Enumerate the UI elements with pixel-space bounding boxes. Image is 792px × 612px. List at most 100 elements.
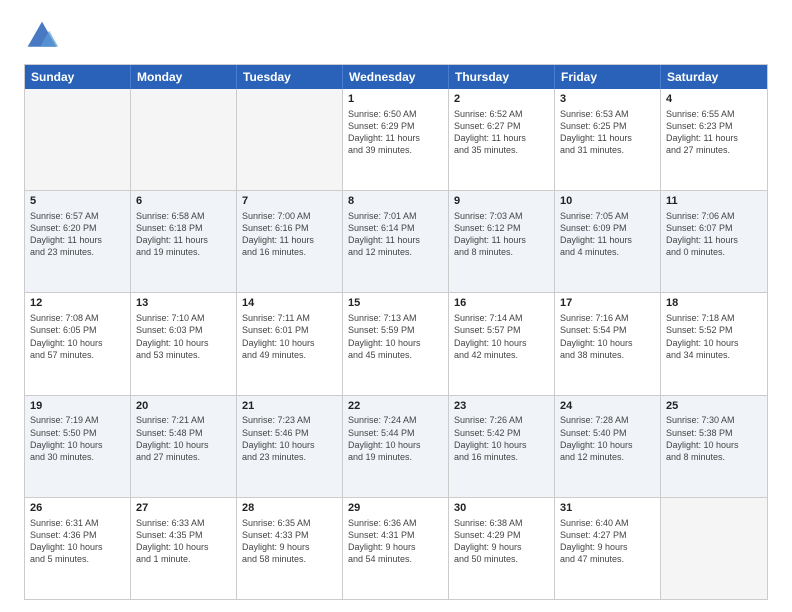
- day-number: 1: [348, 92, 443, 107]
- calendar-row-2: 12Sunrise: 7:08 AM Sunset: 6:05 PM Dayli…: [25, 292, 767, 394]
- day-number: 19: [30, 399, 125, 414]
- day-info: Sunrise: 7:13 AM Sunset: 5:59 PM Dayligh…: [348, 312, 443, 361]
- day-info: Sunrise: 7:23 AM Sunset: 5:46 PM Dayligh…: [242, 414, 337, 463]
- calendar-cell-3-6: 25Sunrise: 7:30 AM Sunset: 5:38 PM Dayli…: [661, 396, 767, 497]
- calendar-cell-4-1: 27Sunrise: 6:33 AM Sunset: 4:35 PM Dayli…: [131, 498, 237, 599]
- calendar-cell-0-1: [131, 89, 237, 190]
- calendar-cell-4-2: 28Sunrise: 6:35 AM Sunset: 4:33 PM Dayli…: [237, 498, 343, 599]
- calendar-cell-3-3: 22Sunrise: 7:24 AM Sunset: 5:44 PM Dayli…: [343, 396, 449, 497]
- day-number: 8: [348, 194, 443, 209]
- header-day-monday: Monday: [131, 65, 237, 89]
- calendar-row-1: 5Sunrise: 6:57 AM Sunset: 6:20 PM Daylig…: [25, 190, 767, 292]
- day-info: Sunrise: 7:28 AM Sunset: 5:40 PM Dayligh…: [560, 414, 655, 463]
- calendar-cell-3-4: 23Sunrise: 7:26 AM Sunset: 5:42 PM Dayli…: [449, 396, 555, 497]
- day-number: 31: [560, 501, 655, 516]
- calendar-row-0: 1Sunrise: 6:50 AM Sunset: 6:29 PM Daylig…: [25, 89, 767, 190]
- day-info: Sunrise: 7:24 AM Sunset: 5:44 PM Dayligh…: [348, 414, 443, 463]
- day-number: 6: [136, 194, 231, 209]
- header-day-tuesday: Tuesday: [237, 65, 343, 89]
- page: SundayMondayTuesdayWednesdayThursdayFrid…: [0, 0, 792, 612]
- calendar-cell-1-1: 6Sunrise: 6:58 AM Sunset: 6:18 PM Daylig…: [131, 191, 237, 292]
- calendar-cell-3-1: 20Sunrise: 7:21 AM Sunset: 5:48 PM Dayli…: [131, 396, 237, 497]
- calendar-cell-3-2: 21Sunrise: 7:23 AM Sunset: 5:46 PM Dayli…: [237, 396, 343, 497]
- day-info: Sunrise: 7:06 AM Sunset: 6:07 PM Dayligh…: [666, 210, 762, 259]
- day-number: 18: [666, 296, 762, 311]
- calendar-cell-0-6: 4Sunrise: 6:55 AM Sunset: 6:23 PM Daylig…: [661, 89, 767, 190]
- day-info: Sunrise: 7:19 AM Sunset: 5:50 PM Dayligh…: [30, 414, 125, 463]
- day-number: 5: [30, 194, 125, 209]
- day-number: 11: [666, 194, 762, 209]
- day-number: 7: [242, 194, 337, 209]
- calendar-cell-1-2: 7Sunrise: 7:00 AM Sunset: 6:16 PM Daylig…: [237, 191, 343, 292]
- calendar-body: 1Sunrise: 6:50 AM Sunset: 6:29 PM Daylig…: [25, 89, 767, 599]
- day-number: 16: [454, 296, 549, 311]
- header-day-thursday: Thursday: [449, 65, 555, 89]
- calendar-cell-2-2: 14Sunrise: 7:11 AM Sunset: 6:01 PM Dayli…: [237, 293, 343, 394]
- day-number: 20: [136, 399, 231, 414]
- day-info: Sunrise: 7:30 AM Sunset: 5:38 PM Dayligh…: [666, 414, 762, 463]
- day-number: 4: [666, 92, 762, 107]
- day-info: Sunrise: 7:03 AM Sunset: 6:12 PM Dayligh…: [454, 210, 549, 259]
- calendar-cell-0-3: 1Sunrise: 6:50 AM Sunset: 6:29 PM Daylig…: [343, 89, 449, 190]
- day-info: Sunrise: 7:18 AM Sunset: 5:52 PM Dayligh…: [666, 312, 762, 361]
- day-number: 29: [348, 501, 443, 516]
- day-info: Sunrise: 7:21 AM Sunset: 5:48 PM Dayligh…: [136, 414, 231, 463]
- day-number: 10: [560, 194, 655, 209]
- calendar-cell-2-5: 17Sunrise: 7:16 AM Sunset: 5:54 PM Dayli…: [555, 293, 661, 394]
- header: [24, 18, 768, 54]
- calendar-cell-2-1: 13Sunrise: 7:10 AM Sunset: 6:03 PM Dayli…: [131, 293, 237, 394]
- day-info: Sunrise: 7:16 AM Sunset: 5:54 PM Dayligh…: [560, 312, 655, 361]
- day-info: Sunrise: 7:26 AM Sunset: 5:42 PM Dayligh…: [454, 414, 549, 463]
- calendar-cell-4-4: 30Sunrise: 6:38 AM Sunset: 4:29 PM Dayli…: [449, 498, 555, 599]
- day-info: Sunrise: 6:31 AM Sunset: 4:36 PM Dayligh…: [30, 517, 125, 566]
- day-number: 26: [30, 501, 125, 516]
- calendar-row-3: 19Sunrise: 7:19 AM Sunset: 5:50 PM Dayli…: [25, 395, 767, 497]
- day-info: Sunrise: 6:36 AM Sunset: 4:31 PM Dayligh…: [348, 517, 443, 566]
- day-number: 12: [30, 296, 125, 311]
- day-info: Sunrise: 6:35 AM Sunset: 4:33 PM Dayligh…: [242, 517, 337, 566]
- day-number: 9: [454, 194, 549, 209]
- day-number: 13: [136, 296, 231, 311]
- day-info: Sunrise: 7:11 AM Sunset: 6:01 PM Dayligh…: [242, 312, 337, 361]
- calendar-header: SundayMondayTuesdayWednesdayThursdayFrid…: [25, 65, 767, 89]
- logo-icon: [24, 18, 60, 54]
- calendar-cell-2-3: 15Sunrise: 7:13 AM Sunset: 5:59 PM Dayli…: [343, 293, 449, 394]
- calendar-cell-1-4: 9Sunrise: 7:03 AM Sunset: 6:12 PM Daylig…: [449, 191, 555, 292]
- day-number: 24: [560, 399, 655, 414]
- calendar-cell-4-0: 26Sunrise: 6:31 AM Sunset: 4:36 PM Dayli…: [25, 498, 131, 599]
- day-info: Sunrise: 7:05 AM Sunset: 6:09 PM Dayligh…: [560, 210, 655, 259]
- day-number: 15: [348, 296, 443, 311]
- day-number: 14: [242, 296, 337, 311]
- calendar-cell-2-4: 16Sunrise: 7:14 AM Sunset: 5:57 PM Dayli…: [449, 293, 555, 394]
- logo: [24, 18, 66, 54]
- calendar-cell-1-5: 10Sunrise: 7:05 AM Sunset: 6:09 PM Dayli…: [555, 191, 661, 292]
- day-number: 21: [242, 399, 337, 414]
- calendar-cell-3-0: 19Sunrise: 7:19 AM Sunset: 5:50 PM Dayli…: [25, 396, 131, 497]
- day-info: Sunrise: 6:38 AM Sunset: 4:29 PM Dayligh…: [454, 517, 549, 566]
- day-info: Sunrise: 6:55 AM Sunset: 6:23 PM Dayligh…: [666, 108, 762, 157]
- calendar-cell-4-5: 31Sunrise: 6:40 AM Sunset: 4:27 PM Dayli…: [555, 498, 661, 599]
- day-info: Sunrise: 7:08 AM Sunset: 6:05 PM Dayligh…: [30, 312, 125, 361]
- day-info: Sunrise: 7:01 AM Sunset: 6:14 PM Dayligh…: [348, 210, 443, 259]
- day-info: Sunrise: 6:52 AM Sunset: 6:27 PM Dayligh…: [454, 108, 549, 157]
- header-day-friday: Friday: [555, 65, 661, 89]
- day-info: Sunrise: 7:00 AM Sunset: 6:16 PM Dayligh…: [242, 210, 337, 259]
- day-info: Sunrise: 6:53 AM Sunset: 6:25 PM Dayligh…: [560, 108, 655, 157]
- day-number: 22: [348, 399, 443, 414]
- calendar-cell-0-4: 2Sunrise: 6:52 AM Sunset: 6:27 PM Daylig…: [449, 89, 555, 190]
- day-number: 27: [136, 501, 231, 516]
- calendar-cell-1-6: 11Sunrise: 7:06 AM Sunset: 6:07 PM Dayli…: [661, 191, 767, 292]
- calendar-cell-1-3: 8Sunrise: 7:01 AM Sunset: 6:14 PM Daylig…: [343, 191, 449, 292]
- day-info: Sunrise: 6:57 AM Sunset: 6:20 PM Dayligh…: [30, 210, 125, 259]
- day-number: 3: [560, 92, 655, 107]
- day-number: 2: [454, 92, 549, 107]
- day-number: 23: [454, 399, 549, 414]
- day-number: 17: [560, 296, 655, 311]
- calendar-row-4: 26Sunrise: 6:31 AM Sunset: 4:36 PM Dayli…: [25, 497, 767, 599]
- calendar-cell-2-6: 18Sunrise: 7:18 AM Sunset: 5:52 PM Dayli…: [661, 293, 767, 394]
- day-info: Sunrise: 7:10 AM Sunset: 6:03 PM Dayligh…: [136, 312, 231, 361]
- calendar: SundayMondayTuesdayWednesdayThursdayFrid…: [24, 64, 768, 600]
- day-number: 30: [454, 501, 549, 516]
- day-number: 25: [666, 399, 762, 414]
- day-info: Sunrise: 6:58 AM Sunset: 6:18 PM Dayligh…: [136, 210, 231, 259]
